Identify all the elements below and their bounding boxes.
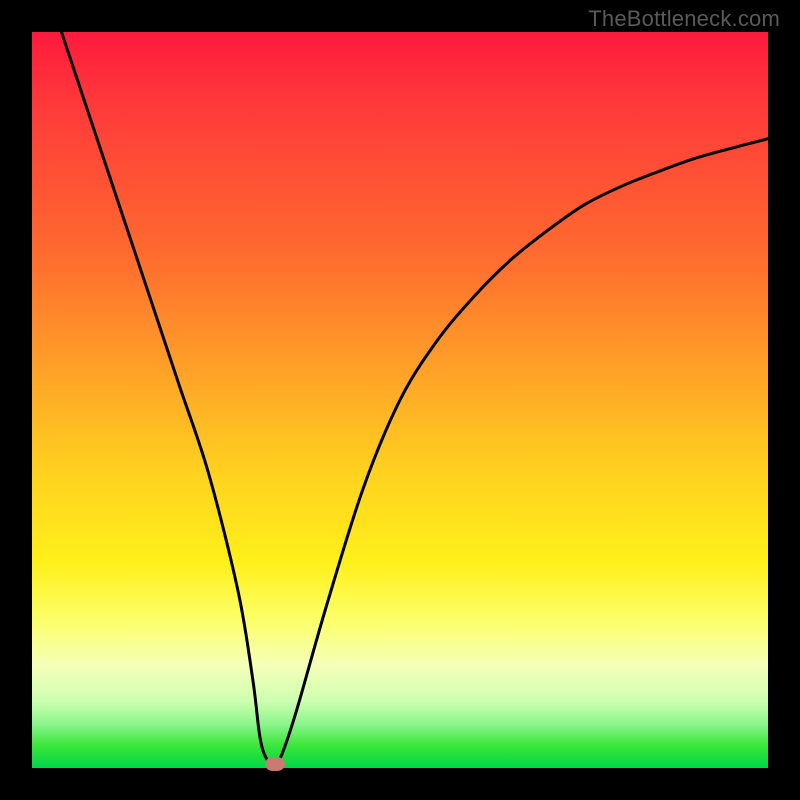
watermark-text: TheBottleneck.com — [588, 6, 780, 32]
plot-area — [32, 32, 768, 768]
optimal-point-marker — [265, 757, 285, 771]
chart-frame: TheBottleneck.com — [0, 0, 800, 800]
bottleneck-curve — [32, 32, 768, 768]
